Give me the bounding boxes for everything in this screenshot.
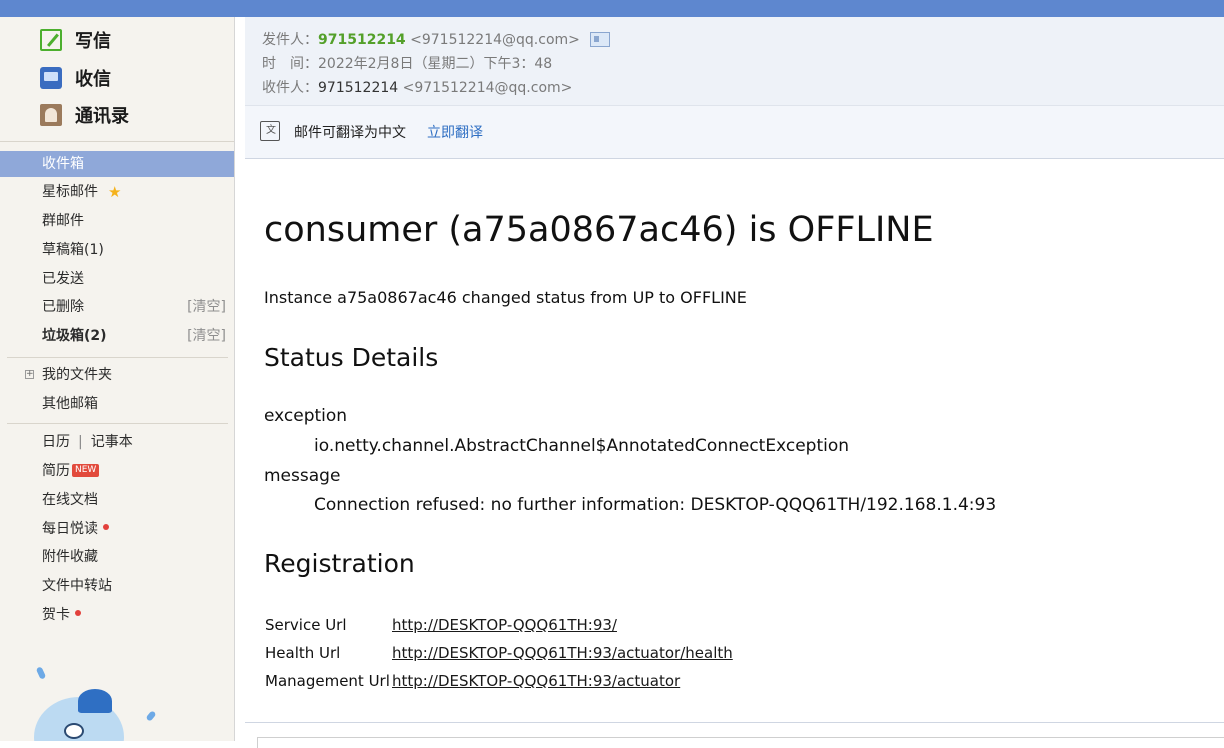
table-row: Health Url http://DESKTOP-QQQ61TH:93/act…: [264, 639, 733, 667]
divider: [245, 722, 1224, 723]
my-folders[interactable]: + 我的文件夹: [0, 362, 234, 388]
app-cards[interactable]: 贺卡: [0, 602, 234, 628]
translate-bar: 邮件可翻译为中文 立即翻译: [245, 106, 1224, 159]
contacts-button[interactable]: 通讯录: [40, 102, 129, 128]
from-row: 发件人：971512214 <971512214@qq.com>: [262, 30, 610, 50]
my-folders-label: 我的文件夹: [42, 367, 112, 383]
app-docs[interactable]: 在线文档: [0, 487, 234, 513]
folder-starred[interactable]: 星标邮件 ★: [0, 179, 234, 205]
mascot-illustration: [20, 666, 180, 741]
clear-spam-link[interactable]: [清空]: [187, 323, 226, 349]
table-row: Management Url http://DESKTOP-QQQ61TH:93…: [264, 667, 733, 695]
contacts-icon: [40, 104, 62, 126]
file-transfer-label: 文件中转站: [42, 578, 112, 594]
contact-card-icon[interactable]: [589, 31, 610, 47]
folder-group[interactable]: 群邮件: [0, 208, 234, 234]
folder-label: 星标邮件: [42, 184, 98, 200]
time-label: 时 间：: [262, 56, 318, 72]
health-url-label: Health Url: [265, 644, 341, 662]
message-value: Connection refused: no further informati…: [314, 495, 997, 515]
receive-button[interactable]: 收信: [40, 65, 111, 91]
mail-subject: consumer (a75a0867ac46) is OFFLINE: [264, 210, 934, 250]
folder-label: 收件箱: [42, 156, 84, 172]
expand-icon[interactable]: +: [25, 370, 34, 379]
docs-label: 在线文档: [42, 492, 98, 508]
folder-label: 草稿箱(1): [42, 242, 104, 258]
status-details-heading: Status Details: [264, 343, 439, 372]
folder-drafts[interactable]: 草稿箱(1): [0, 237, 234, 263]
recipient-name[interactable]: 971512214: [318, 80, 398, 96]
other-mailboxes-label: 其他邮箱: [42, 396, 98, 412]
app-daily-read[interactable]: 每日悦读: [0, 516, 234, 542]
calendar-link[interactable]: 日历: [42, 434, 70, 450]
divider: [7, 357, 228, 358]
write-label: 写信: [75, 31, 111, 52]
unread-dot: [103, 524, 109, 530]
sidebar: 写信 收信 通讯录 收件箱 星标邮件 ★ 群邮件 草稿箱(1) 已发送 已删除 …: [0, 17, 235, 741]
translate-icon: [260, 121, 280, 141]
attachments-label: 附件收藏: [42, 549, 98, 565]
to-label: 收件人：: [262, 80, 318, 96]
from-label: 发件人：: [262, 32, 318, 48]
message-label: message: [264, 466, 341, 486]
sender-email: <971512214@qq.com>: [410, 32, 580, 48]
sender-name[interactable]: 971512214: [318, 32, 406, 48]
receive-label: 收信: [75, 69, 111, 90]
to-row: 收件人：971512214 <971512214@qq.com>: [262, 78, 572, 98]
folder-label: 已删除: [42, 299, 84, 315]
folder-label: 群邮件: [42, 213, 84, 229]
contacts-label: 通讯录: [75, 106, 129, 127]
translate-now-link[interactable]: 立即翻译: [427, 122, 483, 142]
new-badge: NEW: [72, 463, 100, 477]
mail-view: 发件人：971512214 <971512214@qq.com> 时 间：202…: [245, 17, 1224, 748]
calendar-notes-row: 日历 | 记事本: [0, 429, 234, 455]
folder-label: 已发送: [42, 271, 84, 287]
daily-read-label: 每日悦读: [42, 521, 98, 537]
separator: |: [78, 434, 83, 450]
divider: [0, 141, 234, 142]
folder-sent[interactable]: 已发送: [0, 266, 234, 292]
folder-label: 垃圾箱(2): [42, 328, 107, 344]
recipient-email: <971512214@qq.com>: [402, 80, 573, 96]
notes-link[interactable]: 记事本: [91, 434, 133, 450]
exception-value: io.netty.channel.AbstractChannel$Annotat…: [314, 436, 850, 456]
registration-heading: Registration: [264, 549, 415, 578]
divider: [7, 423, 228, 424]
inbox-icon: [40, 67, 62, 89]
folder-spam[interactable]: 垃圾箱(2) [清空]: [0, 323, 234, 349]
time-value: 2022年2月8日（星期二）下午3：48: [318, 56, 553, 72]
status-intro: Instance a75a0867ac46 changed status fro…: [264, 288, 747, 307]
management-url-label: Management Url: [265, 672, 390, 690]
mail-header: 发件人：971512214 <971512214@qq.com> 时 间：202…: [245, 17, 1224, 106]
management-url-link[interactable]: http://DESKTOP-QQQ61TH:93/actuator: [392, 672, 680, 690]
unread-dot: [75, 610, 81, 616]
service-url-label: Service Url: [265, 616, 347, 634]
star-icon: ★: [108, 183, 122, 201]
time-row: 时 间：2022年2月8日（星期二）下午3：48: [262, 54, 552, 74]
app-file-transfer[interactable]: 文件中转站: [0, 573, 234, 599]
folder-inbox[interactable]: 收件箱: [0, 151, 234, 177]
health-url-link[interactable]: http://DESKTOP-QQQ61TH:93/actuator/healt…: [392, 644, 733, 662]
table-row: Service Url http://DESKTOP-QQQ61TH:93/: [264, 611, 733, 639]
clear-deleted-link[interactable]: [清空]: [187, 294, 226, 320]
service-url-link[interactable]: http://DESKTOP-QQQ61TH:93/: [392, 616, 617, 634]
app-resume[interactable]: 简历 NEW: [0, 458, 234, 484]
registration-table: Service Url http://DESKTOP-QQQ61TH:93/ H…: [264, 611, 733, 695]
other-mailboxes[interactable]: 其他邮箱: [0, 391, 234, 417]
folder-deleted[interactable]: 已删除 [清空]: [0, 294, 234, 320]
reply-box[interactable]: [257, 737, 1224, 748]
app-attachments[interactable]: 附件收藏: [0, 544, 234, 570]
resume-label: 简历: [42, 463, 70, 479]
cards-label: 贺卡: [42, 607, 70, 623]
translate-text: 邮件可翻译为中文: [294, 125, 406, 141]
top-bar: [0, 0, 1224, 17]
write-button[interactable]: 写信: [40, 27, 111, 53]
write-icon: [40, 29, 62, 51]
exception-label: exception: [264, 406, 348, 426]
